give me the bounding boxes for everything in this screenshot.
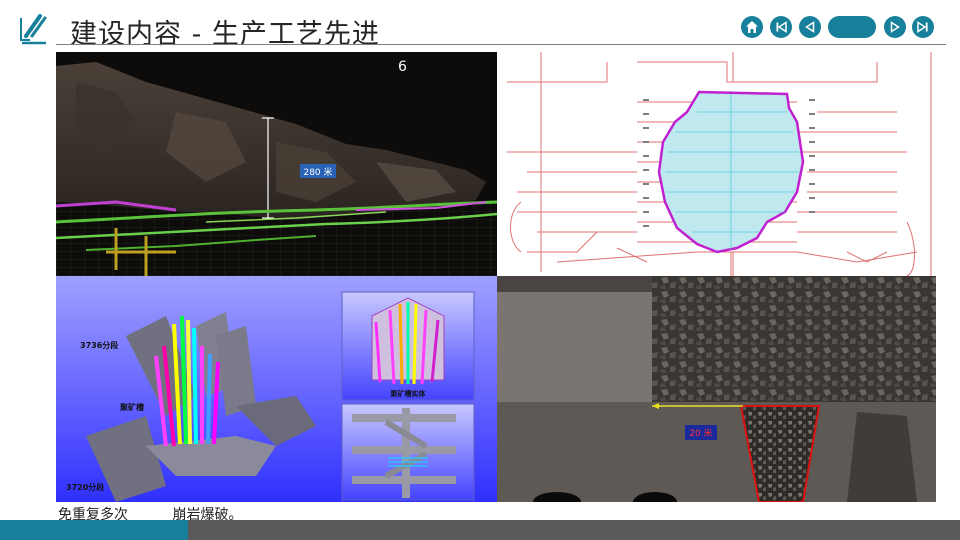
draw-chute-3d-model: 3736分段 聚矿槽 3720分段 聚矿槽实体: [56, 276, 497, 502]
skip-first-icon: [776, 21, 787, 33]
prev-icon: [805, 21, 815, 33]
next-icon: [890, 21, 900, 33]
muckpile-photo: 20 米: [497, 276, 936, 502]
orebody-height-label: 280 米: [303, 166, 332, 178]
page-title: 建设内容 - 生产工艺先进: [70, 19, 380, 50]
prev-slide-button[interactable]: [799, 16, 821, 38]
logo-pen-icon: [16, 10, 50, 48]
skip-last-icon: [917, 21, 928, 33]
slide-position-indicator[interactable]: [828, 16, 876, 38]
draw-width-label: 20 米: [689, 427, 712, 439]
last-slide-button[interactable]: [912, 16, 934, 38]
page-number: 6: [398, 59, 407, 75]
title-divider: [56, 44, 946, 45]
footer-accent-bar: [0, 520, 188, 540]
orebody-3d-render: 280 米: [56, 52, 497, 276]
footer-bar: [188, 520, 960, 540]
chute-label: 聚矿槽: [119, 402, 144, 412]
chute-body-label: 聚矿槽实体: [390, 389, 427, 398]
next-slide-button[interactable]: [884, 16, 906, 38]
orebody-plan-drawing: [497, 52, 936, 276]
home-icon: [746, 21, 758, 33]
first-slide-button[interactable]: [770, 16, 792, 38]
home-button[interactable]: [741, 16, 763, 38]
section-upper-label: 3736分段: [80, 340, 118, 350]
section-lower-label: 3720分段: [66, 482, 104, 492]
